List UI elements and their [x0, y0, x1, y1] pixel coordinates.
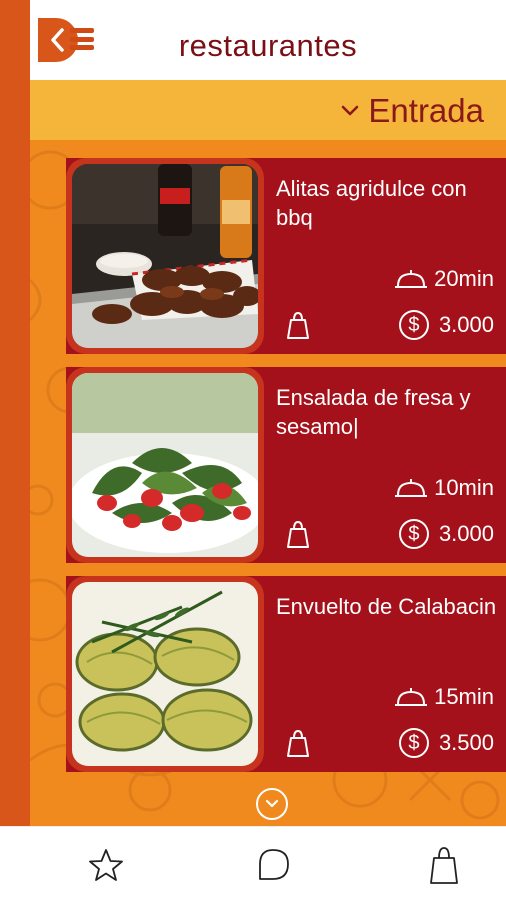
price-value: 3.000 [438, 312, 494, 337]
bottom-tab-bar [0, 826, 506, 900]
add-to-bag-button[interactable] [284, 728, 312, 763]
dollar-icon: $ [398, 310, 429, 340]
price: $ 3.000 [398, 519, 494, 549]
add-to-bag-button[interactable] [284, 310, 312, 345]
price-value: 3.000 [438, 521, 494, 546]
chat-bubble-icon [259, 849, 289, 880]
dollar-icon: $ [398, 519, 429, 549]
add-to-bag-button[interactable] [284, 519, 312, 554]
strawberry-salad-photo [72, 373, 258, 557]
prep-time: 15min [394, 684, 494, 710]
tab-cart[interactable] [424, 845, 464, 885]
prep-time: 10min [394, 475, 494, 501]
prep-time: 20min [394, 266, 494, 292]
cloche-icon [395, 270, 428, 288]
prep-time-value: 20min [434, 266, 494, 291]
scroll-down-button[interactable] [256, 788, 288, 820]
wings-photo [72, 164, 258, 348]
page-title: restaurantes [178, 28, 358, 63]
item-title: Envuelto de Calabacin [276, 594, 497, 619]
chevron-down-icon [265, 799, 279, 808]
price-value: 3.500 [438, 730, 494, 755]
price: $ 3.500 [398, 728, 494, 758]
zucchini-rolls-photo [72, 582, 258, 766]
menu-item-card[interactable]: Ensalada de fresa y sesamo| 10min $ 3.00… [66, 367, 506, 563]
tab-chat[interactable] [253, 845, 293, 885]
card-photo-frame [66, 158, 264, 354]
menu-item-card[interactable]: Alitas agridulce con bbq 20min $ 3.000 [66, 158, 506, 354]
dollar-icon: $ [398, 728, 429, 758]
card-photo-frame [66, 576, 264, 772]
price: $ 3.000 [398, 310, 494, 340]
tab-favorites[interactable] [86, 845, 126, 885]
header: restaurantes [30, 0, 506, 80]
prep-time-value: 10min [434, 475, 494, 500]
cloche-icon [395, 479, 428, 497]
menu-item-card[interactable]: Envuelto de Calabacin 15min $ 3.500 [66, 576, 506, 772]
left-accent-rail [0, 0, 30, 826]
category-label: Entrada [368, 92, 484, 129]
prep-time-value: 15min [434, 684, 494, 709]
shopping-bag-icon [287, 311, 309, 339]
category-bar: Entrada [30, 80, 506, 140]
menu-list[interactable]: Alitas agridulce con bbq 20min $ 3.000 E… [30, 140, 506, 826]
category-dropdown[interactable]: Entrada [340, 92, 484, 130]
shopping-bag-icon [287, 520, 309, 548]
chevron-down-icon [342, 105, 359, 116]
shopping-bag-icon [430, 847, 458, 884]
item-title: Alitas agridulce con bbq [276, 176, 467, 230]
star-icon [89, 849, 123, 881]
shopping-bag-icon [287, 729, 309, 757]
card-photo-frame [66, 367, 264, 563]
cloche-icon [395, 688, 428, 706]
item-title: Ensalada de fresa y sesamo| [276, 385, 471, 439]
